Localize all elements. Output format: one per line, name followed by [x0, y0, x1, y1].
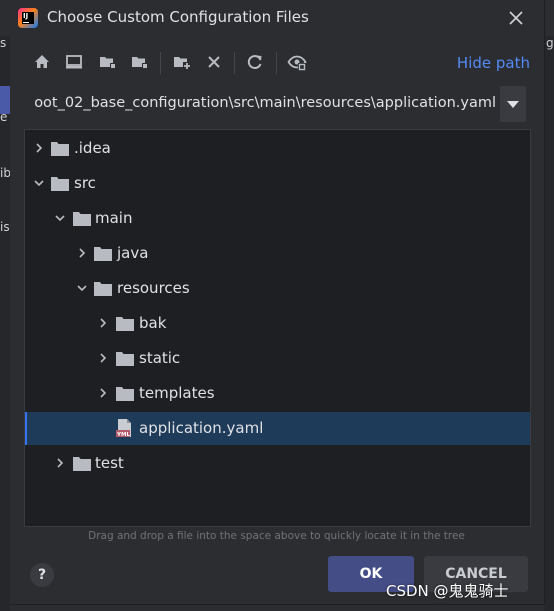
help-button[interactable]: ?	[30, 563, 54, 587]
refresh-icon	[247, 55, 262, 69]
chevron-down-icon	[507, 101, 519, 108]
folder-icon	[51, 142, 69, 156]
ide-text-fragment: is	[0, 220, 10, 234]
dialog-titlebar: IJ Choose Custom Configuration Files	[10, 0, 544, 36]
module-folder-button[interactable]	[130, 52, 150, 72]
tree-row-bak[interactable]: bak	[25, 307, 530, 340]
delete-icon	[208, 56, 220, 68]
project-folder-icon	[100, 57, 116, 69]
tree-row-label: resources	[117, 279, 190, 297]
tree-row-label: test	[95, 454, 124, 472]
module-folder-icon	[132, 57, 148, 69]
tree-row-resources[interactable]: resources	[25, 272, 530, 305]
ide-right-panel	[544, 36, 554, 611]
chevron-right-icon[interactable]	[97, 317, 109, 329]
project-folder-button[interactable]	[98, 52, 118, 72]
tree-row-idea[interactable]: .idea	[25, 132, 530, 165]
selection-indicator	[25, 412, 27, 445]
tree-row-java[interactable]: java	[25, 237, 530, 270]
tree-row-label: main	[95, 209, 133, 227]
folder-icon	[116, 387, 134, 401]
tree-row-src[interactable]: src	[25, 167, 530, 200]
intellij-idea-icon: IJ	[18, 8, 38, 28]
ide-text-fragment: s	[0, 36, 7, 50]
home-button[interactable]	[32, 52, 52, 72]
new-folder-button[interactable]	[172, 52, 192, 72]
show-hidden-button[interactable]	[287, 52, 307, 72]
close-button[interactable]	[504, 6, 528, 30]
tree-row-label: java	[117, 244, 149, 262]
tree-row-static[interactable]: static	[25, 342, 530, 375]
chevron-right-icon[interactable]	[54, 457, 66, 469]
new-folder-icon	[174, 57, 191, 70]
desktop-icon	[66, 55, 82, 69]
chevron-right-icon[interactable]	[76, 247, 88, 259]
close-icon	[509, 11, 523, 25]
desktop-button[interactable]	[64, 52, 84, 72]
tree-row-label: bak	[139, 314, 167, 332]
tree-row-test[interactable]: test	[25, 447, 530, 480]
folder-icon	[51, 177, 69, 191]
refresh-button[interactable]	[245, 52, 265, 72]
tree-row-application-yaml[interactable]: YML application.yaml	[25, 412, 530, 445]
path-field[interactable]: oot_02_base_configuration\src\main\resou…	[24, 86, 502, 122]
csdn-watermark: CSDN @鬼鬼骑士	[386, 582, 509, 600]
chevron-down-icon[interactable]	[54, 212, 66, 224]
tree-row-label: templates	[139, 384, 215, 402]
folder-icon	[94, 247, 112, 261]
tree-row-main[interactable]: main	[25, 202, 530, 235]
toolbar-separator	[234, 52, 235, 74]
drag-drop-hint: Drag and drop a file into the space abov…	[88, 530, 465, 542]
dialog-title: Choose Custom Configuration Files	[47, 8, 309, 26]
folder-icon	[73, 212, 91, 226]
file-tree[interactable]: .idea src main java resources bak static…	[24, 129, 531, 527]
chevron-down-icon[interactable]	[33, 177, 45, 189]
hide-path-link[interactable]: Hide path	[457, 54, 530, 72]
ide-text-fragment: g	[546, 36, 554, 50]
tree-row-label: src	[74, 174, 96, 192]
chevron-right-icon[interactable]	[33, 142, 45, 154]
home-icon	[35, 55, 49, 68]
svg-text:YML: YML	[116, 432, 130, 438]
toolbar-separator	[276, 52, 277, 74]
chevron-right-icon[interactable]	[97, 352, 109, 364]
choose-config-files-dialog: IJ Choose Custom Configuration Files Hid…	[10, 0, 545, 605]
tree-row-label: application.yaml	[139, 419, 264, 437]
show-hidden-icon	[287, 55, 307, 71]
tree-row-label: static	[139, 349, 181, 367]
tree-row-templates[interactable]: templates	[25, 377, 530, 410]
tree-row-label: .idea	[74, 139, 111, 157]
toolbar-separator	[160, 52, 161, 74]
folder-icon	[116, 317, 134, 331]
path-field-value: oot_02_base_configuration\src\main\resou…	[34, 95, 496, 111]
delete-button[interactable]	[204, 52, 224, 72]
file-chooser-toolbar: Hide path	[10, 44, 544, 82]
folder-icon	[94, 282, 112, 296]
chevron-right-icon[interactable]	[97, 387, 109, 399]
chevron-down-icon[interactable]	[76, 282, 88, 294]
ide-text-fragment: e	[0, 110, 8, 124]
yaml-file-icon: YML	[116, 419, 131, 438]
folder-icon	[116, 352, 134, 366]
folder-icon	[73, 457, 91, 471]
path-history-dropdown[interactable]	[500, 86, 526, 122]
